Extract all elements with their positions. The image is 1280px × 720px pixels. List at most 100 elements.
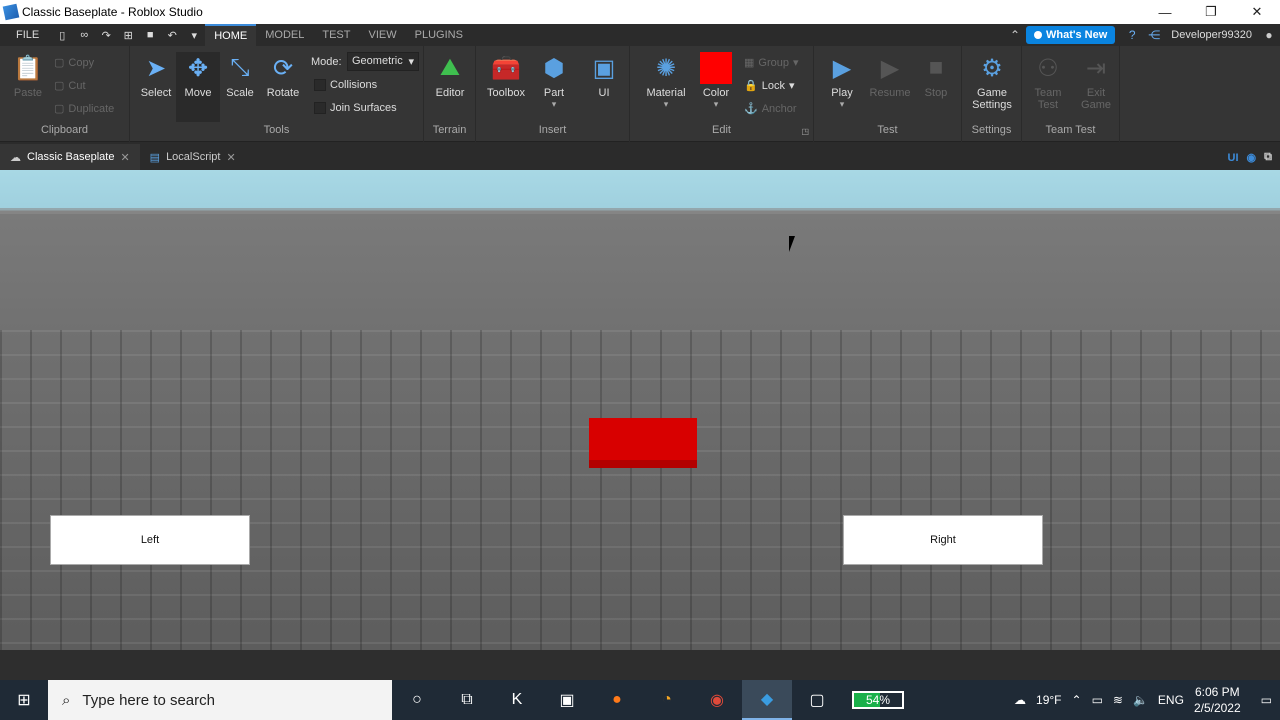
taskbar-search-box[interactable]: ⌕ Type here to search: [48, 680, 392, 720]
roblox-player-icon[interactable]: ▢: [792, 680, 842, 720]
group-icon: ▦: [744, 57, 755, 69]
paste-button[interactable]: 📋 Paste: [6, 52, 50, 100]
test-group: ▶ Play ▾ ▶ Resume ■ Stop Test: [814, 46, 962, 142]
close-tab-icon[interactable]: ✕: [226, 151, 235, 164]
test-group-label: Test: [877, 124, 898, 136]
redo-icon[interactable]: ↷: [99, 28, 113, 42]
viewport-3d[interactable]: Left Right: [0, 170, 1280, 650]
clipboard-group: 📋 Paste ▢ Copy ▢ Cut ▢ Duplicate Clipboard: [0, 46, 130, 142]
part-button[interactable]: ⬢ Part ▾: [532, 52, 576, 110]
scale-tool-button[interactable]: ⤡ Scale: [218, 52, 262, 99]
share-icon[interactable]: ⋲: [1146, 27, 1162, 43]
weather-temp[interactable]: 19°F: [1036, 693, 1061, 707]
group-button[interactable]: ▦ Group ▾: [744, 56, 799, 70]
cut-button[interactable]: ▢ Cut: [54, 79, 86, 93]
eye-icon[interactable]: ◉: [1247, 151, 1257, 164]
move-tool-button[interactable]: ✥ Move: [176, 52, 220, 122]
app-k-icon[interactable]: K: [492, 680, 542, 720]
fullscreen-icon[interactable]: ⧉: [1264, 151, 1272, 164]
settings-group-label: Settings: [971, 124, 1012, 136]
user-name[interactable]: Developer99320: [1171, 29, 1252, 41]
rotate-label: Rotate: [266, 87, 300, 99]
undo-icon[interactable]: ↶: [165, 28, 179, 42]
anchor-button[interactable]: ⚓ Anchor: [744, 102, 797, 116]
terrain-editor-button[interactable]: ⛰ Editor: [428, 52, 472, 99]
file-menu[interactable]: FILE: [0, 29, 51, 41]
minimize-icon[interactable]: —: [1142, 0, 1188, 24]
show-hidden-icons-icon[interactable]: ⌃: [1072, 693, 1082, 707]
resume-button[interactable]: ▶ Resume: [868, 52, 912, 100]
task-view-icon[interactable]: ⧉: [442, 680, 492, 720]
right-gui-button[interactable]: Right: [843, 515, 1043, 565]
collapse-ribbon-icon[interactable]: ⌃: [1007, 27, 1023, 43]
publish-icon[interactable]: ⊞: [121, 28, 135, 42]
expand-dialog-icon[interactable]: ◳: [801, 127, 809, 136]
weather-cloud-icon[interactable]: ☁: [1014, 693, 1026, 707]
meet-now-icon[interactable]: ▭: [1092, 693, 1103, 707]
tab-plugins[interactable]: PLUGINS: [406, 24, 472, 46]
close-tab-icon[interactable]: ✕: [120, 151, 129, 164]
collisions-checkbox[interactable]: [314, 79, 326, 91]
team-test-button[interactable]: ⚇ Team Test: [1026, 52, 1070, 112]
lock-button[interactable]: 🔒 Lock ▾: [744, 79, 794, 93]
copy-button[interactable]: ▢ Copy: [54, 56, 95, 70]
tab-view[interactable]: VIEW: [359, 24, 405, 46]
color-button[interactable]: Color ▾: [694, 52, 738, 110]
join-surfaces-checkbox[interactable]: [314, 102, 326, 114]
quick-access-dropdown-icon[interactable]: ▾: [187, 28, 201, 42]
new-file-icon[interactable]: ▯: [55, 28, 69, 42]
close-icon[interactable]: ✕: [1234, 0, 1280, 24]
viewport-bottom-strip: [0, 650, 1280, 680]
chevron-down-icon: ▾: [713, 99, 719, 109]
battery-indicator[interactable]: 54%: [852, 691, 904, 709]
ui-button[interactable]: ▣ UI: [582, 52, 626, 100]
game-settings-button[interactable]: ⚙ Game Settings: [970, 52, 1014, 112]
wifi-icon[interactable]: ≋: [1113, 693, 1123, 707]
left-gui-button[interactable]: Left: [50, 515, 250, 565]
exit-game-label-2: Game: [1081, 99, 1111, 111]
mode-label: Mode:: [311, 56, 342, 68]
app-document-icon[interactable]: ▣: [542, 680, 592, 720]
toolbox-button[interactable]: 🧰 Toolbox: [483, 52, 529, 100]
tab-model[interactable]: MODEL: [256, 24, 313, 46]
exit-game-button[interactable]: ⇥ Exit Game: [1074, 52, 1118, 112]
notifications-icon[interactable]: ▭: [1261, 693, 1272, 707]
rotate-icon: ⟳: [272, 54, 294, 82]
roblox-studio-taskbar-icon[interactable]: ◆: [742, 680, 792, 720]
red-part[interactable]: [589, 418, 697, 468]
volume-icon[interactable]: 🔈: [1133, 693, 1148, 707]
tab-home[interactable]: HOME: [205, 24, 257, 46]
blender-icon[interactable]: ◔: [642, 680, 692, 720]
restore-icon[interactable]: ❐: [1188, 0, 1234, 24]
material-icon: ✺: [655, 54, 677, 82]
copy-label: Copy: [68, 56, 95, 69]
doctab-classic-baseplate[interactable]: ☁ Classic Baseplate ✕: [0, 144, 140, 170]
windows-start-icon[interactable]: ⊞: [0, 680, 48, 720]
tab-test[interactable]: TEST: [313, 24, 359, 46]
profile-icon[interactable]: ●: [1261, 27, 1277, 43]
collisions-toggle[interactable]: Collisions: [314, 79, 377, 91]
anchor-icon: ⚓: [744, 103, 758, 115]
firefox-icon[interactable]: ●: [592, 680, 642, 720]
chrome-icon[interactable]: ◉: [692, 680, 742, 720]
join-surfaces-toggle[interactable]: Join Surfaces: [314, 102, 397, 114]
mode-select[interactable]: Geometric ▾: [347, 52, 419, 71]
whats-new-button[interactable]: What's New: [1025, 26, 1116, 44]
stop-button[interactable]: ■ Stop: [914, 52, 958, 99]
doctab-localscript[interactable]: ▤ LocalScript ✕: [140, 144, 246, 170]
duplicate-button[interactable]: ▢ Duplicate: [54, 102, 114, 116]
material-button[interactable]: ✺ Material ▾: [644, 52, 688, 110]
cortana-icon[interactable]: ○: [392, 680, 442, 720]
play-button[interactable]: ▶ Play ▾: [820, 52, 864, 110]
ui-visibility-toggle[interactable]: UI: [1228, 152, 1239, 164]
select-tool-button[interactable]: ➤ Select: [134, 52, 178, 100]
binoculars-icon[interactable]: ∞: [77, 28, 91, 42]
save-icon[interactable]: ■: [143, 28, 157, 42]
language-indicator[interactable]: ENG: [1158, 693, 1184, 707]
collisions-label: Collisions: [330, 79, 378, 91]
play-label: Play: [831, 87, 853, 99]
stop-icon: ■: [928, 54, 944, 81]
clock[interactable]: 6:06 PM 2/5/2022: [1194, 684, 1241, 716]
help-icon[interactable]: ?: [1124, 27, 1140, 43]
rotate-tool-button[interactable]: ⟳ Rotate: [261, 52, 305, 100]
